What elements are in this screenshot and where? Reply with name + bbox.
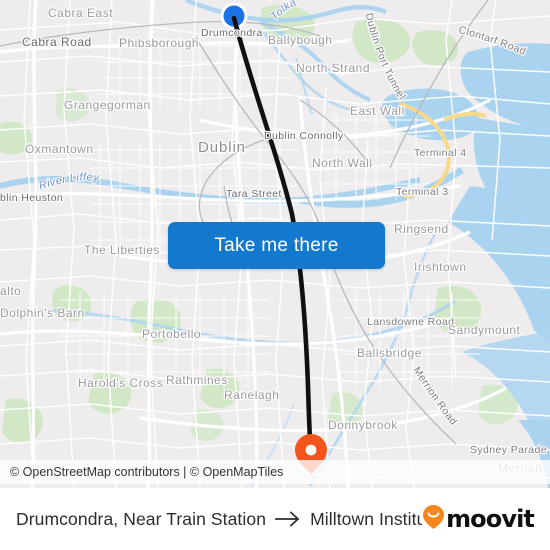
trip-summary: Drumcondra, Near Train Station Milltown … bbox=[16, 509, 422, 530]
map-label: Ringsend bbox=[394, 222, 449, 236]
map-label: Tara Street bbox=[226, 188, 282, 200]
take-me-there-button[interactable]: Take me there bbox=[168, 222, 385, 269]
map-label: Dublin bbox=[198, 139, 246, 156]
map-label: Rathmines bbox=[166, 373, 228, 387]
map-label: Phibsborough bbox=[119, 36, 199, 50]
map-label: Grangegorman bbox=[64, 98, 151, 112]
trip-origin-label: Drumcondra, Near Train Station bbox=[16, 508, 267, 529]
map-label: Cabra Road bbox=[22, 35, 92, 49]
moovit-logo[interactable]: moovit bbox=[422, 504, 535, 535]
map-canvas[interactable]: Cabra East Cabra Road Phibsborough Drumcond… bbox=[0, 0, 550, 488]
map-label: Ranelagh bbox=[224, 388, 279, 402]
map-label: blin Heuston bbox=[0, 192, 63, 204]
map-label: Drumcondra bbox=[201, 27, 263, 39]
map-label: Harold's Cross bbox=[78, 376, 163, 390]
map-label: Sydney Parade bbox=[470, 444, 547, 456]
map-label: Donnybrook bbox=[328, 418, 398, 432]
map-label: The Liberties bbox=[84, 243, 160, 257]
moovit-trip-map-screen: Cabra East Cabra Road Phibsborough Drumcond… bbox=[0, 0, 550, 550]
map-label: Ballsbridge bbox=[357, 346, 422, 360]
map-label: North Wall bbox=[312, 156, 373, 170]
trip-footer: Drumcondra, Near Train Station Milltown … bbox=[0, 488, 550, 550]
trip-destination-label: Milltown Institute bbox=[310, 508, 423, 529]
map-label: Ballybough bbox=[268, 33, 332, 47]
map-label: Terminal 4 bbox=[414, 147, 466, 159]
moovit-pin-smiley-icon bbox=[422, 504, 445, 535]
map-label: Oxmantown bbox=[25, 142, 94, 156]
map-label: Merrion bbox=[498, 461, 542, 475]
arrow-right-icon bbox=[275, 511, 301, 527]
map-label: Cabra East bbox=[48, 6, 113, 20]
map-label: Dolphin's Barn bbox=[0, 306, 85, 320]
moovit-wordmark: moovit bbox=[446, 505, 535, 533]
map-label: North Strand bbox=[296, 61, 370, 75]
map-label: Dublin Connolly bbox=[264, 130, 344, 142]
map-label: East Wall bbox=[350, 104, 405, 118]
map-label: Lansdowne Road bbox=[367, 316, 454, 328]
map-label: Sandymount bbox=[448, 323, 521, 337]
map-label: alto bbox=[0, 284, 21, 298]
map-label: Irishtown bbox=[414, 260, 467, 274]
map-label: Portobello bbox=[142, 327, 201, 341]
map-label: Terminal 3 bbox=[396, 186, 448, 198]
